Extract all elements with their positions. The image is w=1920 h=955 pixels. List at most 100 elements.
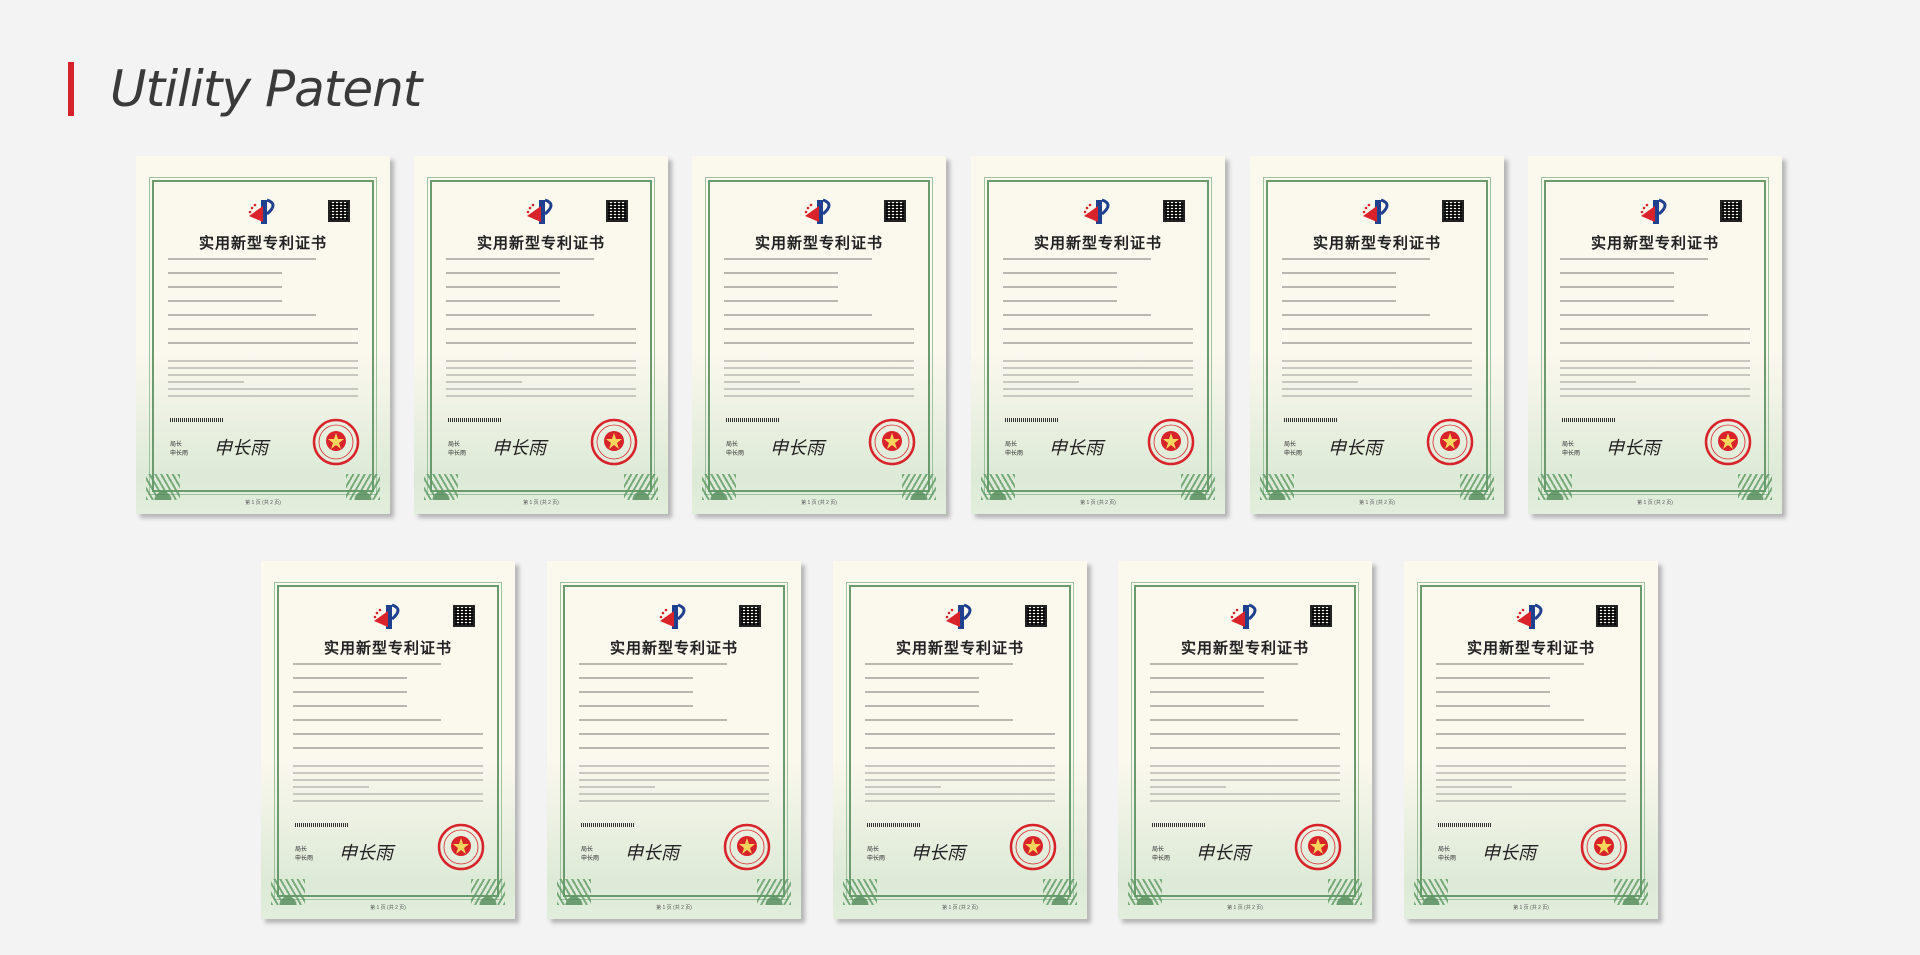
signature-label: 局长申长雨 [1152,846,1170,864]
page-footer: 第 1 页 (共 2 页) [414,499,668,506]
certificate-title: 实用新型专利证书 [833,637,1087,658]
certificate-title: 实用新型专利证书 [136,232,390,253]
corner-ornament-icon [1738,474,1772,500]
barcode-icon [1152,823,1206,827]
patent-certificate: 实用新型专利证书 局长申长雨 申长雨 第 1 页 (共 2 页) [547,561,801,919]
certificate-fields [579,663,769,761]
certificate-body-text [1436,765,1626,807]
patent-certificate: 实用新型专利证书 局长申长雨 申长雨 第 1 页 (共 2 页) [833,561,1087,919]
corner-ornament-icon [902,474,936,500]
corner-ornament-icon [557,879,591,905]
certificate-fields [1282,258,1472,356]
qr-code-icon [1720,200,1742,222]
corner-ornament-icon [1414,879,1448,905]
certificate-fields [1436,663,1626,761]
certificate-title: 实用新型专利证书 [1250,232,1504,253]
corner-ornament-icon [1460,474,1494,500]
certificate-title: 实用新型专利证书 [1528,232,1782,253]
barcode-icon [295,823,349,827]
director-signature: 申长雨 [1482,839,1536,865]
director-signature: 申长雨 [625,839,679,865]
state-ip-office-seal-icon [1147,418,1195,466]
certificate-title: 实用新型专利证书 [1404,637,1658,658]
certificate-body-text [1003,360,1193,402]
corner-ornament-icon [843,879,877,905]
corner-ornament-icon [146,474,180,500]
certificate-body-text [724,360,914,402]
page-footer: 第 1 页 (共 2 页) [1250,499,1504,506]
certificate-title: 实用新型专利证书 [971,232,1225,253]
qr-code-icon [1163,200,1185,222]
corner-ornament-icon [1614,879,1648,905]
certificate-fields [168,258,358,356]
certificate-fields [1003,258,1193,356]
qr-code-icon [1442,200,1464,222]
cnipa-logo-icon [1227,603,1263,631]
qr-code-icon [606,200,628,222]
corner-ornament-icon [1181,474,1215,500]
corner-ornament-icon [424,474,458,500]
director-signature: 申长雨 [1606,434,1660,460]
signature-label: 局长申长雨 [581,846,599,864]
director-signature: 申长雨 [214,434,268,460]
barcode-icon [1005,418,1059,422]
state-ip-office-seal-icon [1009,823,1057,871]
cnipa-logo-icon [523,198,559,226]
certificate-title: 实用新型专利证书 [692,232,946,253]
patent-certificate: 实用新型专利证书 局长申长雨 申长雨 第 1 页 (共 2 页) [1118,561,1372,919]
signature-label: 局长申长雨 [867,846,885,864]
qr-code-icon [1025,605,1047,627]
certificate-body-text [1150,765,1340,807]
page-footer: 第 1 页 (共 2 页) [1404,904,1658,911]
patent-certificate: 实用新型专利证书 局长申长雨 申长雨 第 1 页 (共 2 页) [1404,561,1658,919]
director-signature: 申长雨 [1049,434,1103,460]
certificate-body-text [865,765,1055,807]
patent-certificate: 实用新型专利证书 局长申长雨 申长雨 第 1 页 (共 2 页) [414,156,668,514]
corner-ornament-icon [1128,879,1162,905]
barcode-icon [1438,823,1492,827]
cnipa-logo-icon [801,198,837,226]
cnipa-logo-icon [1080,198,1116,226]
certificate-body-text [293,765,483,807]
barcode-icon [170,418,224,422]
certificate-body-text [1560,360,1750,402]
barcode-icon [581,823,635,827]
qr-code-icon [1310,605,1332,627]
state-ip-office-seal-icon [437,823,485,871]
state-ip-office-seal-icon [1704,418,1752,466]
certificate-fields [293,663,483,761]
director-signature: 申长雨 [770,434,824,460]
barcode-icon [1284,418,1338,422]
certificate-fields [1560,258,1750,356]
page-footer: 第 1 页 (共 2 页) [1528,499,1782,506]
barcode-icon [448,418,502,422]
corner-ornament-icon [1260,474,1294,500]
corner-ornament-icon [471,879,505,905]
cnipa-logo-icon [656,603,692,631]
state-ip-office-seal-icon [590,418,638,466]
state-ip-office-seal-icon [723,823,771,871]
corner-ornament-icon [624,474,658,500]
section-header: Utility Patent [68,60,421,118]
signature-label: 局长申长雨 [170,441,188,459]
page-footer: 第 1 页 (共 2 页) [692,499,946,506]
qr-code-icon [453,605,475,627]
certificate-fields [446,258,636,356]
cnipa-logo-icon [942,603,978,631]
corner-ornament-icon [1538,474,1572,500]
patent-certificate: 实用新型专利证书 局长申长雨 申长雨 第 1 页 (共 2 页) [971,156,1225,514]
patent-certificate: 实用新型专利证书 局长申长雨 申长雨 第 1 页 (共 2 页) [1250,156,1504,514]
cnipa-logo-icon [1359,198,1395,226]
signature-label: 局长申长雨 [1284,441,1302,459]
cnipa-logo-icon [1513,603,1549,631]
page-footer: 第 1 页 (共 2 页) [547,904,801,911]
state-ip-office-seal-icon [868,418,916,466]
patent-certificate: 实用新型专利证书 局长申长雨 申长雨 第 1 页 (共 2 页) [692,156,946,514]
signature-label: 局长申长雨 [448,441,466,459]
qr-code-icon [1596,605,1618,627]
qr-code-icon [328,200,350,222]
certificate-body-text [579,765,769,807]
corner-ornament-icon [346,474,380,500]
corner-ornament-icon [1043,879,1077,905]
certificate-body-text [446,360,636,402]
